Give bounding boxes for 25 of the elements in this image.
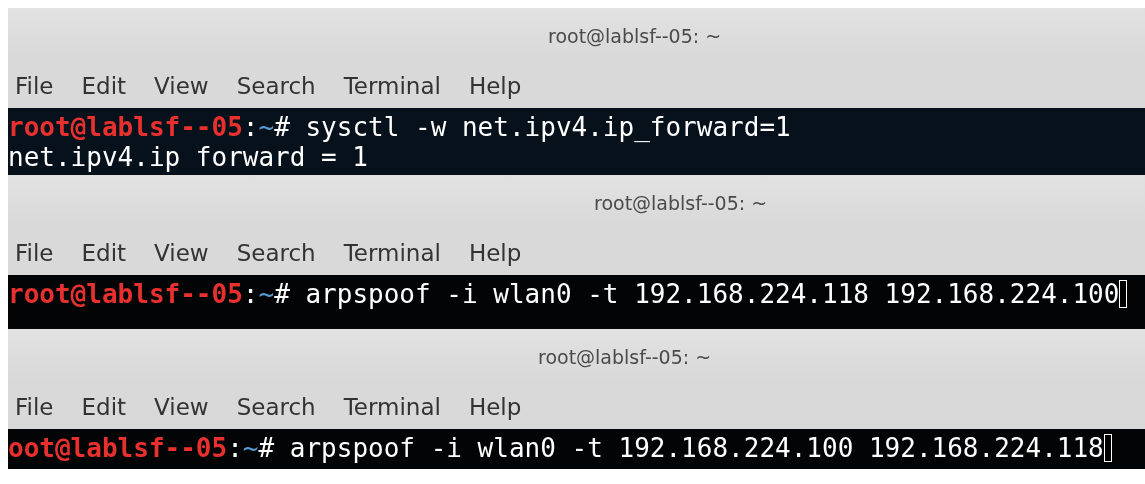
menu-item[interactable]: File (15, 393, 54, 420)
terminal-line: oot@lablsf--05:~# arpspoof -i wlan0 -t 192.168.224.100 192.168.224.118 (8, 433, 1104, 463)
menu-item[interactable]: Search (236, 72, 316, 99)
terminal-line: root@lablsf--05:~# arpspoof -i wlan0 -t 192.168.224.118 192.168.224.100 (8, 279, 1120, 309)
menu-item[interactable]: Help (468, 72, 522, 99)
menu-item[interactable]: Edit (81, 393, 127, 420)
window-title: root@lablsf--05: ~ (538, 345, 712, 368)
window-title: root@lablsf--05: ~ (548, 24, 722, 47)
window-title: root@lablsf--05: ~ (594, 191, 768, 214)
menu-item[interactable]: Search (236, 239, 316, 266)
menu-item[interactable]: View (154, 239, 209, 266)
terminal-line: net.ipv4.ip forward = 1 (8, 142, 369, 172)
terminal-line: root@lablsf--05:~# sysctl -w net.ipv4.ip_forward=1 (8, 112, 791, 142)
menu-item[interactable]: Edit (81, 239, 127, 266)
menu-item[interactable]: Terminal (343, 393, 441, 420)
menu-item[interactable]: File (15, 72, 54, 99)
menu-item[interactable]: View (154, 393, 209, 420)
menu-item[interactable]: Edit (81, 72, 127, 99)
menu-item[interactable]: Help (468, 393, 522, 420)
menu-item[interactable]: File (15, 239, 54, 266)
menu-item[interactable]: Search (236, 393, 316, 420)
menu-item[interactable]: View (154, 72, 209, 99)
menu-item[interactable]: Terminal (343, 239, 441, 266)
menu-item[interactable]: Help (468, 239, 522, 266)
menu-item[interactable]: Terminal (343, 72, 441, 99)
